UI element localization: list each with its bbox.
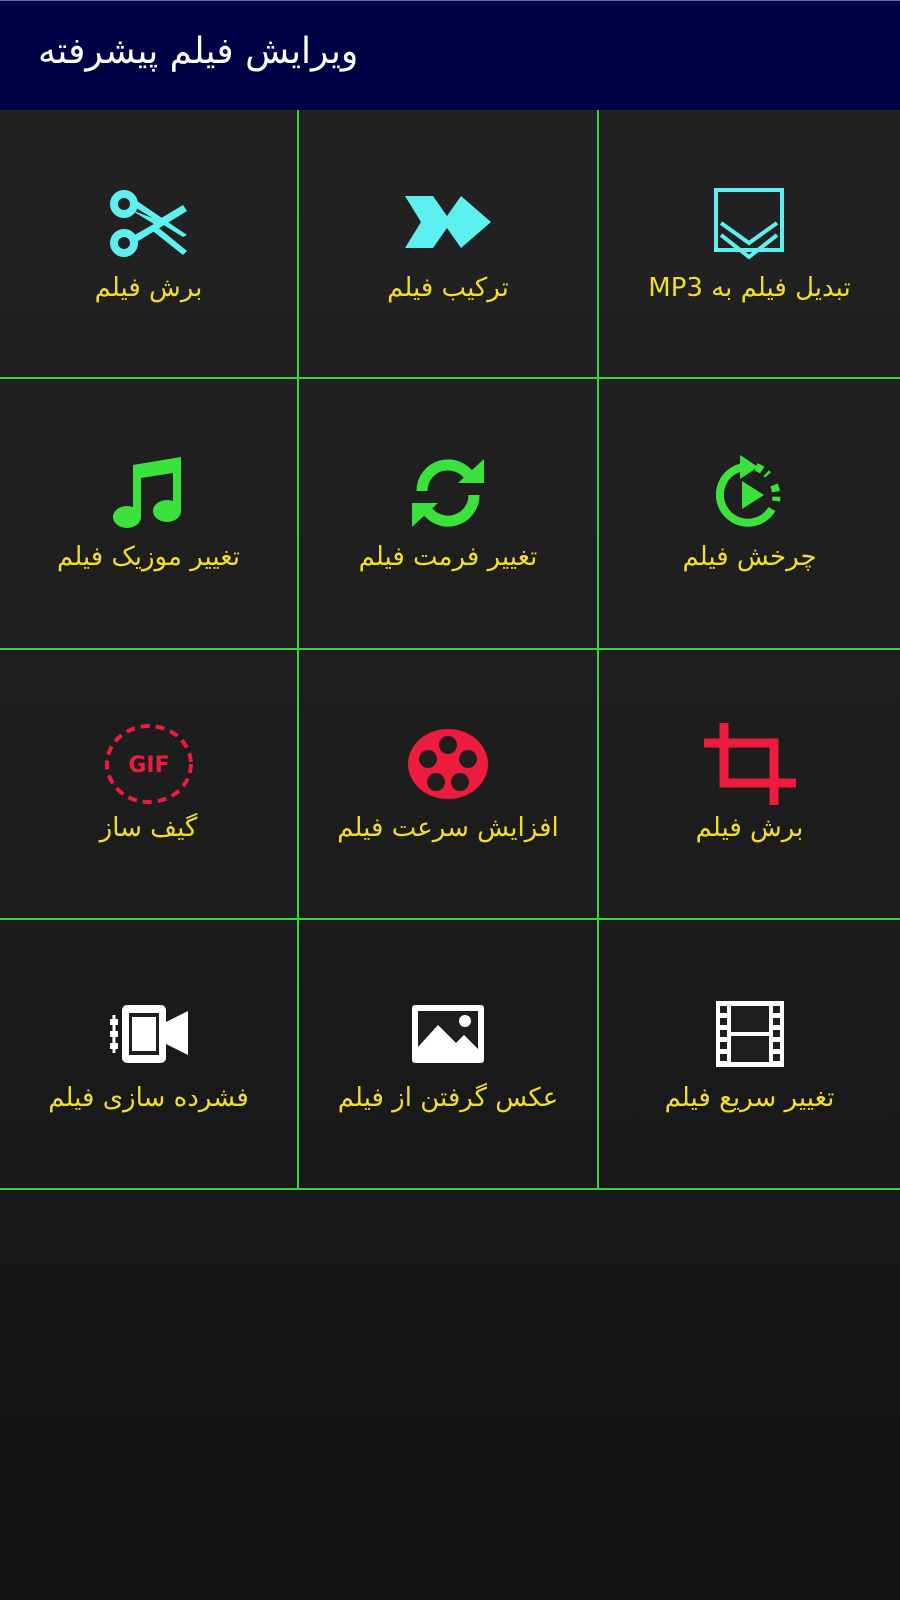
download-chevron-icon	[702, 176, 798, 272]
tool-gif-maker[interactable]: GIF گیف ساز	[0, 650, 299, 920]
video-compress-icon	[101, 986, 197, 1082]
app-bar: ویرایش فیلم پیشرفته	[0, 0, 900, 110]
tool-change-format[interactable]: تغییر فرمت فیلم	[299, 379, 599, 650]
tool-label: تبدیل فیلم به MP3	[648, 273, 851, 303]
tool-snapshot[interactable]: عکس گرفتن از فیلم	[299, 920, 599, 1190]
scissors-icon	[101, 176, 197, 272]
tool-label: گیف ساز	[99, 813, 198, 843]
film-strip-icon	[702, 986, 798, 1082]
tool-convert-mp3[interactable]: تبدیل فیلم به MP3	[599, 110, 900, 379]
tool-label: چرخش فیلم	[682, 542, 817, 572]
tool-label: افزایش سرعت فیلم	[337, 813, 559, 843]
fast-forward-arrow-icon	[400, 176, 496, 272]
film-reel-icon	[400, 716, 496, 812]
tool-quick-edit[interactable]: تغییر سریع فیلم	[599, 920, 900, 1190]
crop-icon	[702, 716, 798, 812]
tool-change-music[interactable]: تغییر موزیک فیلم	[0, 379, 299, 650]
tool-label: برش فیلم	[695, 813, 804, 843]
tool-compress-video[interactable]: فشرده سازی فیلم	[0, 920, 299, 1190]
tool-label: فشرده سازی فیلم	[48, 1083, 249, 1113]
rotate-play-icon	[702, 445, 798, 541]
sync-arrows-icon	[400, 445, 496, 541]
tool-label: تغییر سریع فیلم	[664, 1083, 835, 1113]
tool-cut-video[interactable]: برش فیلم	[0, 110, 299, 379]
gif-badge-text: GIF	[128, 753, 169, 778]
tool-merge-video[interactable]: ترکیب فیلم	[299, 110, 599, 379]
tools-grid: برش فیلم ترکیب فیلم تبدیل فیلم به MP3 تغ…	[0, 110, 900, 1190]
image-icon	[400, 986, 496, 1082]
tool-rotate-video[interactable]: چرخش فیلم	[599, 379, 900, 650]
tool-crop-video[interactable]: برش فیلم	[599, 650, 900, 920]
tool-label: برش فیلم	[94, 273, 203, 303]
tool-label: تغییر فرمت فیلم	[358, 542, 538, 572]
app-title: ویرایش فیلم پیشرفته	[38, 31, 359, 72]
tool-speed-up[interactable]: افزایش سرعت فیلم	[299, 650, 599, 920]
tool-label: ترکیب فیلم	[387, 273, 509, 303]
tool-label: تغییر موزیک فیلم	[57, 542, 240, 572]
gif-badge-icon: GIF	[101, 716, 197, 812]
music-note-icon	[101, 445, 197, 541]
tool-label: عکس گرفتن از فیلم	[337, 1083, 559, 1113]
